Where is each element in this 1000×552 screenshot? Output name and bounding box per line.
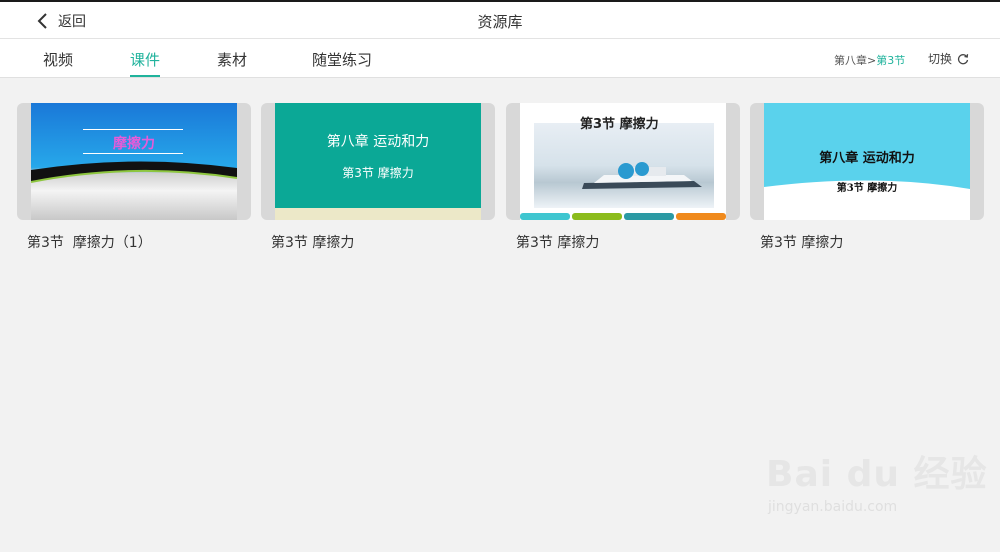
chapter-path-prefix: 第八章> [834, 54, 877, 67]
slide-title: 第八章 运动和力 [326, 134, 430, 150]
top-bar: 返回 资源库 [0, 0, 1000, 39]
card-title: 第3节 摩擦力 [271, 235, 355, 251]
divider [83, 129, 183, 130]
hovercraft-image [534, 123, 714, 208]
card-thumbnail: 第八章 运动和力 第3节 摩擦力 [261, 103, 495, 220]
tab-video[interactable]: 视频 [43, 49, 73, 77]
baidu-watermark: Bai du 经验 jingyan.baidu.com [766, 445, 988, 515]
chapter-path-current: 第3节 [876, 54, 906, 67]
slide-subtitle: 第3节 摩擦力 [836, 183, 898, 194]
slide-title: 第八章 运动和力 [819, 151, 915, 166]
courseware-card-4[interactable]: 第八章 运动和力 第3节 摩擦力 第3节 摩擦力 [750, 103, 984, 252]
courseware-card-2[interactable]: 第八章 运动和力 第3节 摩擦力 第3节 摩擦力 [261, 103, 495, 252]
refresh-icon [957, 53, 969, 64]
page-title: 资源库 [477, 13, 523, 31]
slide-subtitle: 第3节 摩擦力 [342, 166, 414, 180]
chapter-breadcrumb: 第八章>第3节 [834, 52, 905, 68]
switch-label: 切换 [928, 52, 953, 66]
courseware-card-3[interactable]: 第3节 摩擦力 第3节 摩擦力 [506, 103, 740, 252]
switch-chapter-button[interactable]: 切换 [928, 50, 969, 67]
slide-title: 摩擦力 [113, 136, 155, 152]
wave-decoration [31, 161, 237, 183]
slide-preview: 第3节 摩擦力 [520, 103, 726, 220]
color-bar [624, 213, 674, 220]
slide-title: 第3节 摩擦力 [580, 117, 659, 132]
color-bar [676, 213, 726, 220]
slide-preview: 第八章 运动和力 第3节 摩擦力 [764, 103, 970, 220]
color-bar [572, 213, 622, 220]
tab-exercises[interactable]: 随堂练习 [312, 49, 372, 77]
slide-preview: 第八章 运动和力 第3节 摩擦力 [275, 103, 481, 220]
courseware-card-1[interactable]: 摩擦力 第3节 摩擦力（1） [17, 103, 251, 252]
divider [83, 153, 183, 154]
card-thumbnail: 第3节 摩擦力 [506, 103, 740, 220]
card-thumbnail: 摩擦力 [17, 103, 251, 220]
tab-bar: 视频 课件 素材 随堂练习 第八章>第3节 切换 [0, 39, 1000, 78]
tab-materials[interactable]: 素材 [217, 49, 247, 77]
card-thumbnail: 第八章 运动和力 第3节 摩擦力 [750, 103, 984, 220]
watermark-logo: Bai du 经验 [766, 454, 988, 495]
slide-preview: 摩擦力 [31, 103, 237, 220]
slide-footer [275, 208, 481, 220]
card-title: 第3节 摩擦力（1） [27, 235, 152, 251]
card-title: 第3节 摩擦力 [516, 235, 600, 251]
watermark-url: jingyan.baidu.com [768, 499, 898, 515]
card-title: 第3节 摩擦力 [760, 235, 844, 251]
color-bar [520, 213, 570, 220]
tab-courseware[interactable]: 课件 [130, 49, 161, 77]
